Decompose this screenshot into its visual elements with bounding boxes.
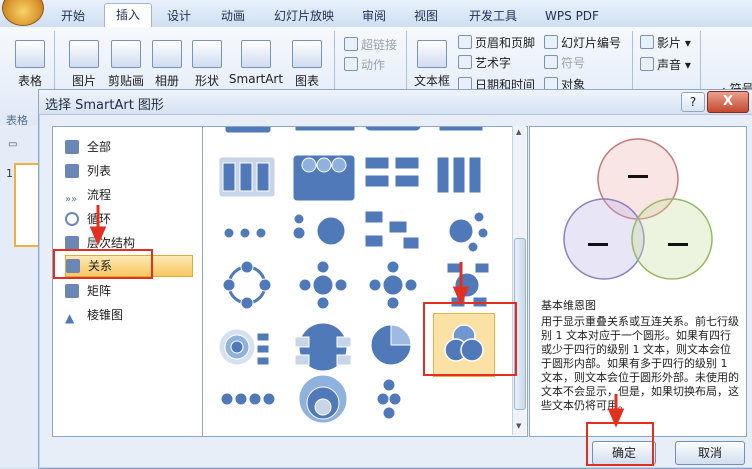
annotation-arrow-head	[607, 408, 625, 428]
annotation-arrows	[89, 205, 625, 428]
annotation-arrow-head	[452, 286, 470, 306]
annotation-arrow-head	[89, 226, 107, 246]
